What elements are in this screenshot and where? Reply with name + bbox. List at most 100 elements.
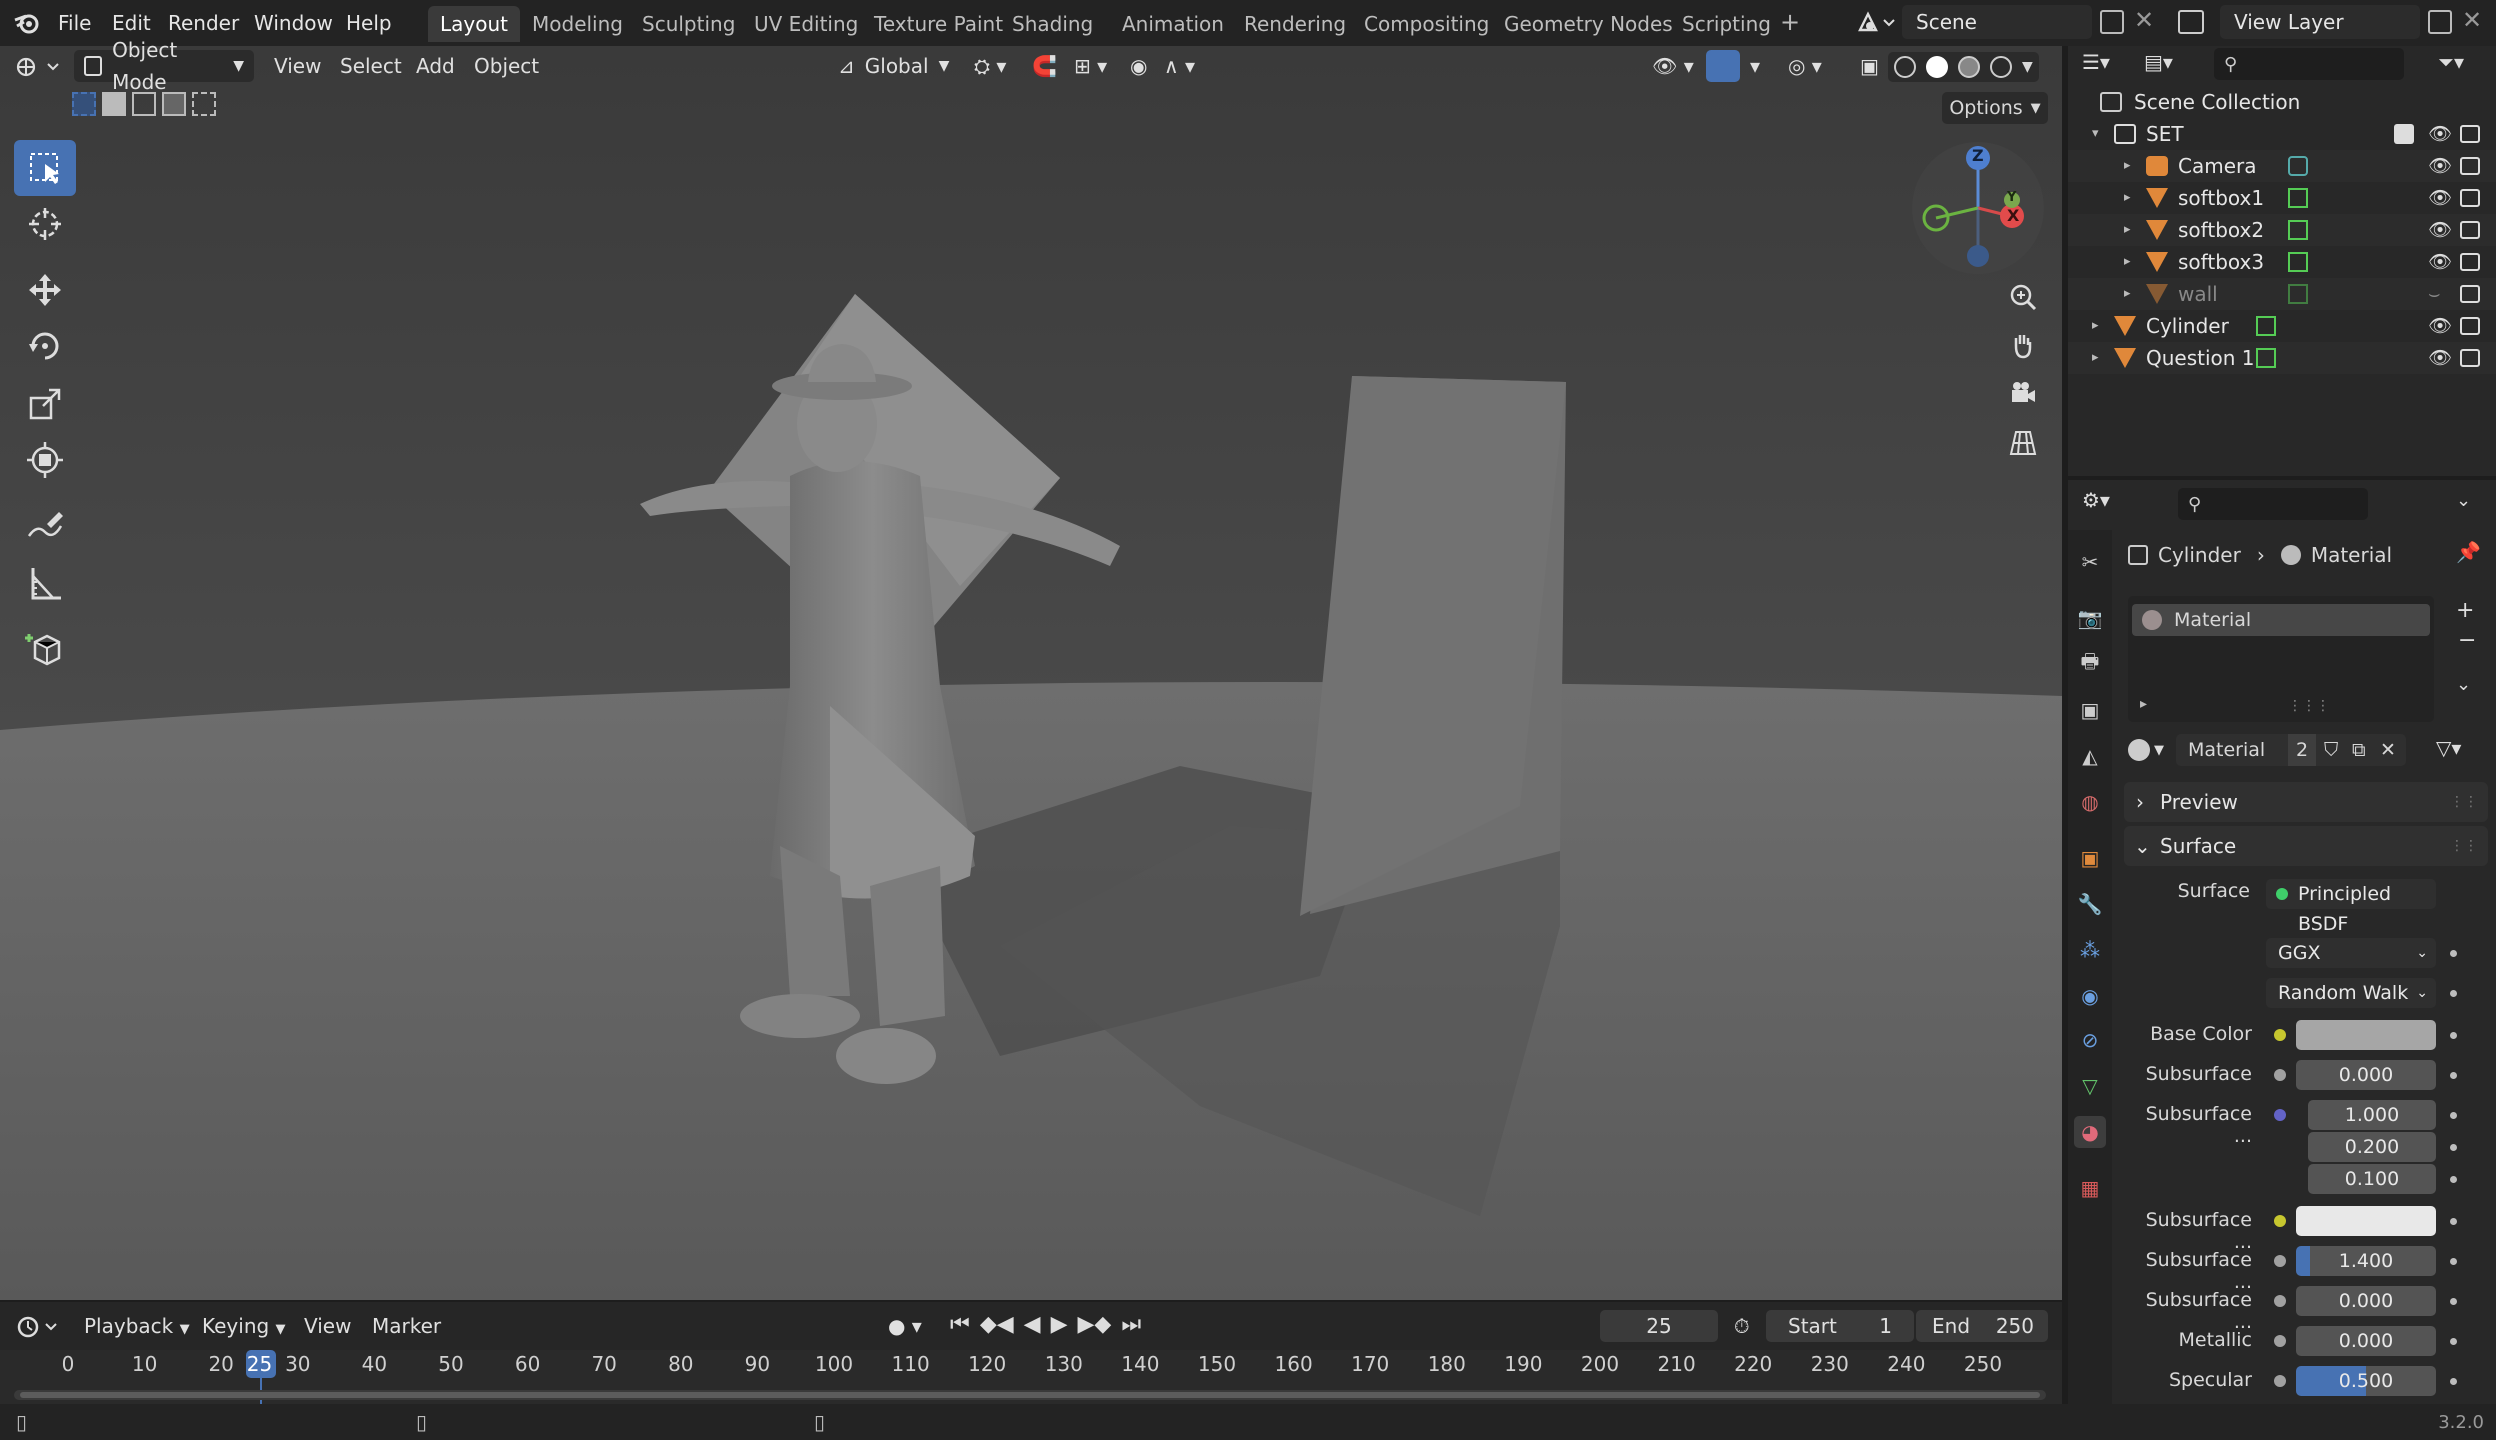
eye-icon[interactable]: 👁 [2428,214,2452,246]
input-socket-icon[interactable] [2274,1295,2286,1307]
constraints-tab-icon[interactable]: ⊘ [2074,1024,2106,1056]
select-subtract-icon[interactable] [132,92,156,116]
outliner-item-softbox1[interactable]: ▸ softbox1 👁 [2068,182,2496,214]
numeric-field[interactable]: 1.000 [2308,1100,2436,1130]
tab-sculpting[interactable]: Sculpting [630,6,747,42]
viewport-menu-add[interactable]: Add [406,50,465,82]
start-frame-field[interactable]: Start 1 [1766,1310,1914,1342]
tab-geometry-nodes[interactable]: Geometry Nodes [1492,6,1685,42]
mesh-data-icon[interactable] [2256,348,2276,368]
outliner-item-camera[interactable]: ▸ Camera 👁 [2068,150,2496,182]
tab-compositing[interactable]: Compositing [1352,6,1501,42]
input-socket-icon[interactable] [2274,1215,2286,1227]
particles-tab-icon[interactable]: ⁂ [2074,934,2106,966]
modifier-tab-icon[interactable]: 🔧 [2074,888,2106,920]
keyframe-dot-icon[interactable] [2450,1176,2457,1183]
viewport-menu-select[interactable]: Select [330,50,412,82]
slot-resize-handle[interactable]: ⋮⋮⋮ [2288,698,2330,714]
scene-selector-icon[interactable] [1856,8,1896,38]
auto-keying-icon[interactable]: ● ▾ [880,1310,930,1342]
scale-tool-icon[interactable] [14,376,76,432]
texture-tab-icon[interactable]: ▦ [2074,1172,2106,1204]
add-cube-tool-icon[interactable] [14,620,76,676]
numeric-field[interactable]: 0.500 [2296,1366,2436,1396]
viewport-menu-view[interactable]: View [264,50,331,82]
input-socket-icon[interactable] [2274,1255,2286,1267]
numeric-field[interactable]: 0.200 [2308,1132,2436,1162]
input-socket-icon[interactable] [2274,1069,2286,1081]
jump-end-icon[interactable]: ⏭ [1121,1312,1141,1337]
camera-render-icon[interactable] [2460,317,2480,335]
data-tab-icon[interactable]: ▽ [2074,1070,2106,1102]
expand-arrow-icon[interactable]: ▸ [2124,150,2131,182]
expand-arrow-icon[interactable]: ▸ [2092,342,2099,374]
proportional-edit-icon[interactable]: ◉ [1120,50,1157,82]
select-box-tool-icon[interactable] [14,140,76,196]
overlay-toggle-icon[interactable]: ◎ ▾ [1778,50,1832,82]
preview-panel-header[interactable]: › Preview ⋮⋮ [2124,782,2488,822]
menu-file[interactable]: File [52,6,97,40]
numeric-field[interactable]: 1.400 [2296,1246,2436,1276]
keyframe-dot-icon[interactable] [2450,990,2457,997]
pan-hand-icon[interactable] [2000,322,2046,368]
mesh-data-icon[interactable] [2288,220,2308,240]
navigation-gizmo[interactable]: Z X Y [1912,142,2044,274]
select-intersect-icon[interactable] [192,92,216,116]
mesh-data-icon[interactable] [2288,284,2308,304]
output-tab-icon[interactable]: 🖶 [2074,648,2106,680]
outliner-item-wall[interactable]: ▸ wall ⌣ [2068,278,2496,310]
timeline-editor-type-icon[interactable] [14,1312,64,1342]
eye-icon[interactable]: 👁 [2428,246,2452,278]
chevron-down-icon[interactable]: ▼ [2022,59,2033,75]
outliner-item-softbox2[interactable]: ▸ softbox2 👁 [2068,214,2496,246]
unlink-material-icon[interactable]: ✕ [2380,734,2396,766]
keyframe-dot-icon[interactable] [2450,1258,2457,1265]
eye-icon[interactable]: 👁 [2428,182,2452,214]
outliner-display-mode-icon[interactable]: ▤▾ [2144,50,2188,80]
material-shading-icon[interactable] [1958,56,1980,78]
camera-render-icon[interactable] [2460,221,2480,239]
render-tab-icon[interactable]: 📷 [2074,602,2106,634]
viewport-menu-object[interactable]: Object [464,50,549,82]
camera-render-icon[interactable] [2460,189,2480,207]
numeric-field[interactable]: 0.100 [2308,1164,2436,1194]
snap-target-icon[interactable]: ⊞ ▾ [1064,50,1117,82]
keyframe-dot-icon[interactable] [2450,1072,2457,1079]
fake-user-shield-icon[interactable]: ⛉ [2324,734,2338,766]
pin-icon[interactable]: 📌 [2456,540,2481,564]
material-tab-icon[interactable]: ◕ [2074,1116,2106,1148]
keyframe-dot-icon[interactable] [2450,1338,2457,1345]
transform-tool-icon[interactable] [14,432,76,488]
mesh-data-icon[interactable] [2288,188,2308,208]
keyframe-dot-icon[interactable] [2450,1144,2457,1151]
3d-viewport[interactable] [0,46,2062,1300]
duplicate-material-icon[interactable]: ⧉ [2352,734,2366,766]
keyframe-dot-icon[interactable] [2450,950,2457,957]
eye-icon[interactable]: 👁 [2428,118,2452,150]
camera-view-icon[interactable] [2000,370,2046,416]
play-icon[interactable]: ▶ [1051,1312,1068,1337]
select-invert-icon[interactable] [162,92,186,116]
input-socket-icon[interactable] [2274,1335,2286,1347]
rendered-shading-icon[interactable] [1990,56,2012,78]
view-layer-close-icon[interactable]: ✕ [2462,6,2482,34]
outliner-scene-collection[interactable]: Scene Collection [2068,86,2496,118]
eye-closed-icon[interactable]: ⌣ [2428,278,2441,310]
keyframe-dot-icon[interactable] [2450,1218,2457,1225]
eye-icon[interactable]: 👁 [2428,310,2452,342]
surface-panel-header[interactable]: ⌄ Surface ⋮⋮ [2124,826,2488,866]
tab-scripting[interactable]: Scripting [1670,6,1783,42]
keyframe-dot-icon[interactable] [2450,1032,2457,1039]
panel-drag-handle[interactable]: ⋮⋮ [2450,782,2478,822]
color-swatch[interactable] [2296,1020,2436,1050]
prev-keyframe-icon[interactable]: ◆◀ [980,1312,1014,1337]
stopwatch-icon[interactable]: ⏱ [1726,1310,1758,1342]
properties-options-chevron-icon[interactable]: ⌄ [2456,490,2471,511]
subsurface-method-dropdown[interactable]: Random Walk ⌄ [2266,978,2436,1008]
play-reverse-icon[interactable]: ◀ [1024,1312,1041,1337]
outliner-editor-icon[interactable]: ☰▾ [2082,50,2126,80]
timeline-menu-view[interactable]: View [296,1310,359,1342]
wireframe-shading-icon[interactable] [1894,56,1916,78]
color-swatch[interactable] [2296,1206,2436,1236]
panel-drag-handle[interactable]: ⋮⋮ [2450,826,2478,866]
